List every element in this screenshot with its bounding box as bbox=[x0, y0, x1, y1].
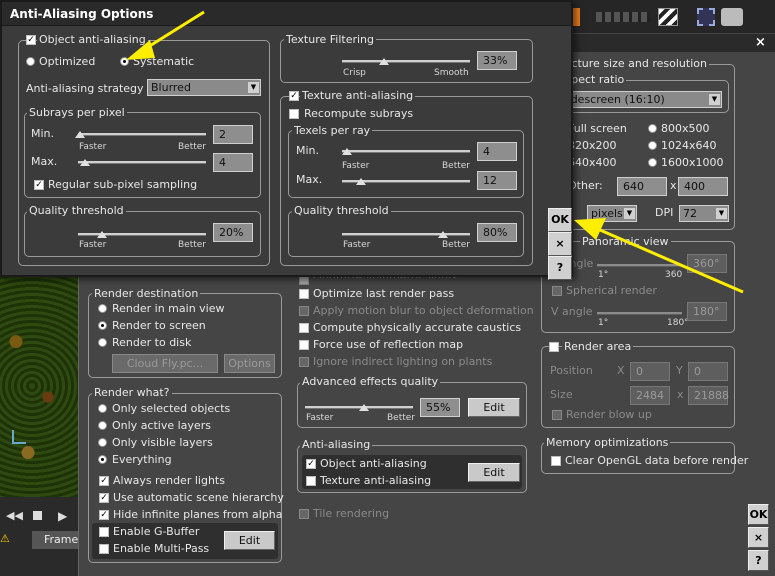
arrow-to-ok bbox=[574, 218, 744, 294]
annotation-arrows bbox=[126, 10, 744, 294]
arrow-to-systematic bbox=[126, 10, 205, 60]
